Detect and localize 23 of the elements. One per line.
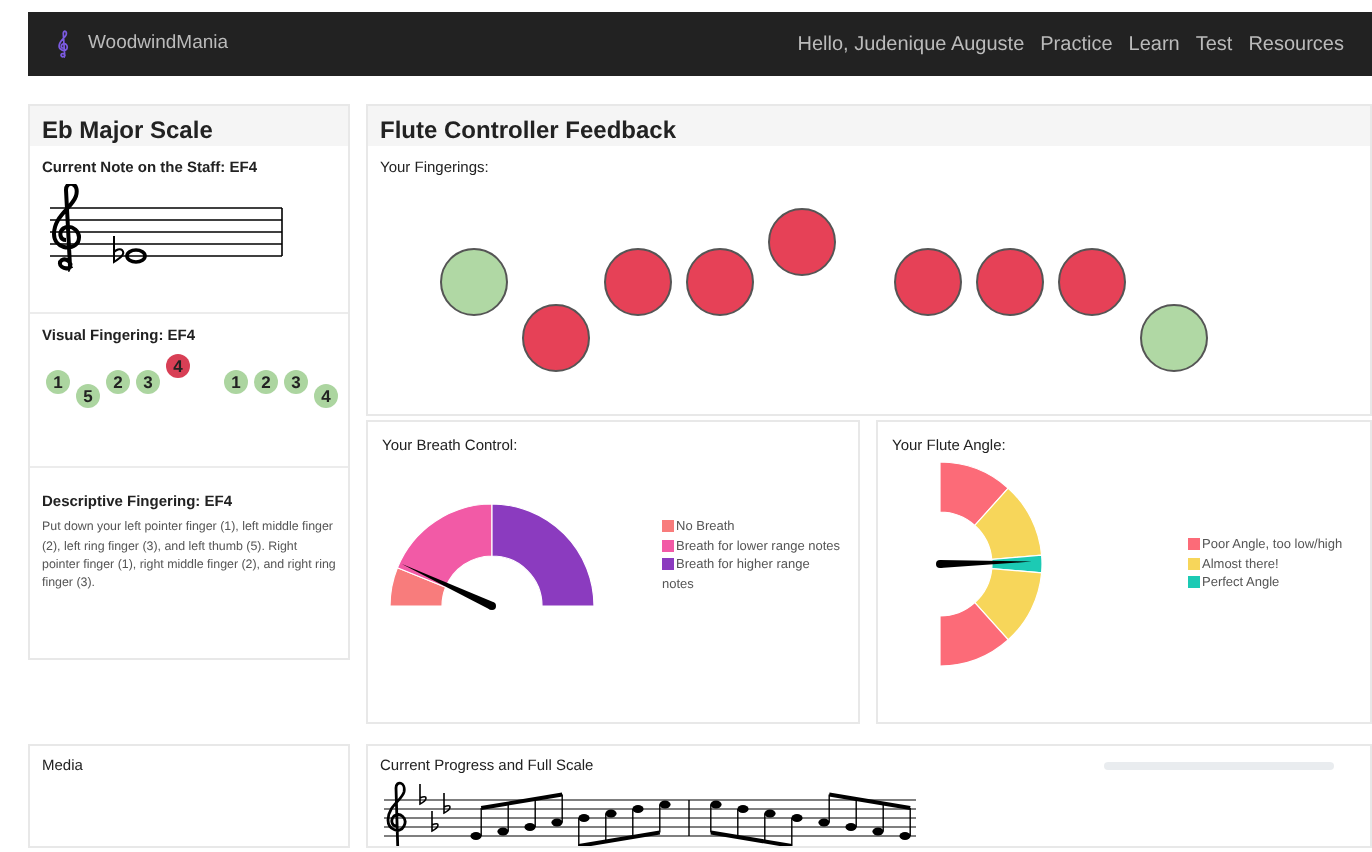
brand-name[interactable]: WoodwindMania [88,29,229,59]
nav-link[interactable]: Test [1195,29,1233,59]
finger-key: 2 [106,370,130,395]
finger-key: 1 [224,370,248,395]
gauge-needle [401,564,496,611]
finger-key: 1 [46,370,70,395]
panel-title: Eb Major Scale [30,106,348,146]
nav-link[interactable]: Learn [1128,29,1180,59]
finger-key: 4 [314,384,338,409]
gauge-needle [936,560,1032,569]
gauge-segment [491,503,595,608]
nav-link[interactable]: Practice [1040,29,1113,59]
finger-key: 2 [254,370,278,395]
gauge-segment [939,602,1009,668]
finger-key: 3 [136,370,160,395]
nav-link[interactable]: Resources [1248,29,1344,59]
finger-key: 4 [166,354,190,379]
treble-clef-icon [56,30,72,58]
nav-link[interactable]: Hello, Judenique Auguste [797,29,1025,59]
finger-key: 3 [284,370,308,395]
gauge-segment [939,461,1009,527]
panel-title: Flute Controller Feedback [368,106,1370,146]
finger-key: 5 [76,384,100,409]
